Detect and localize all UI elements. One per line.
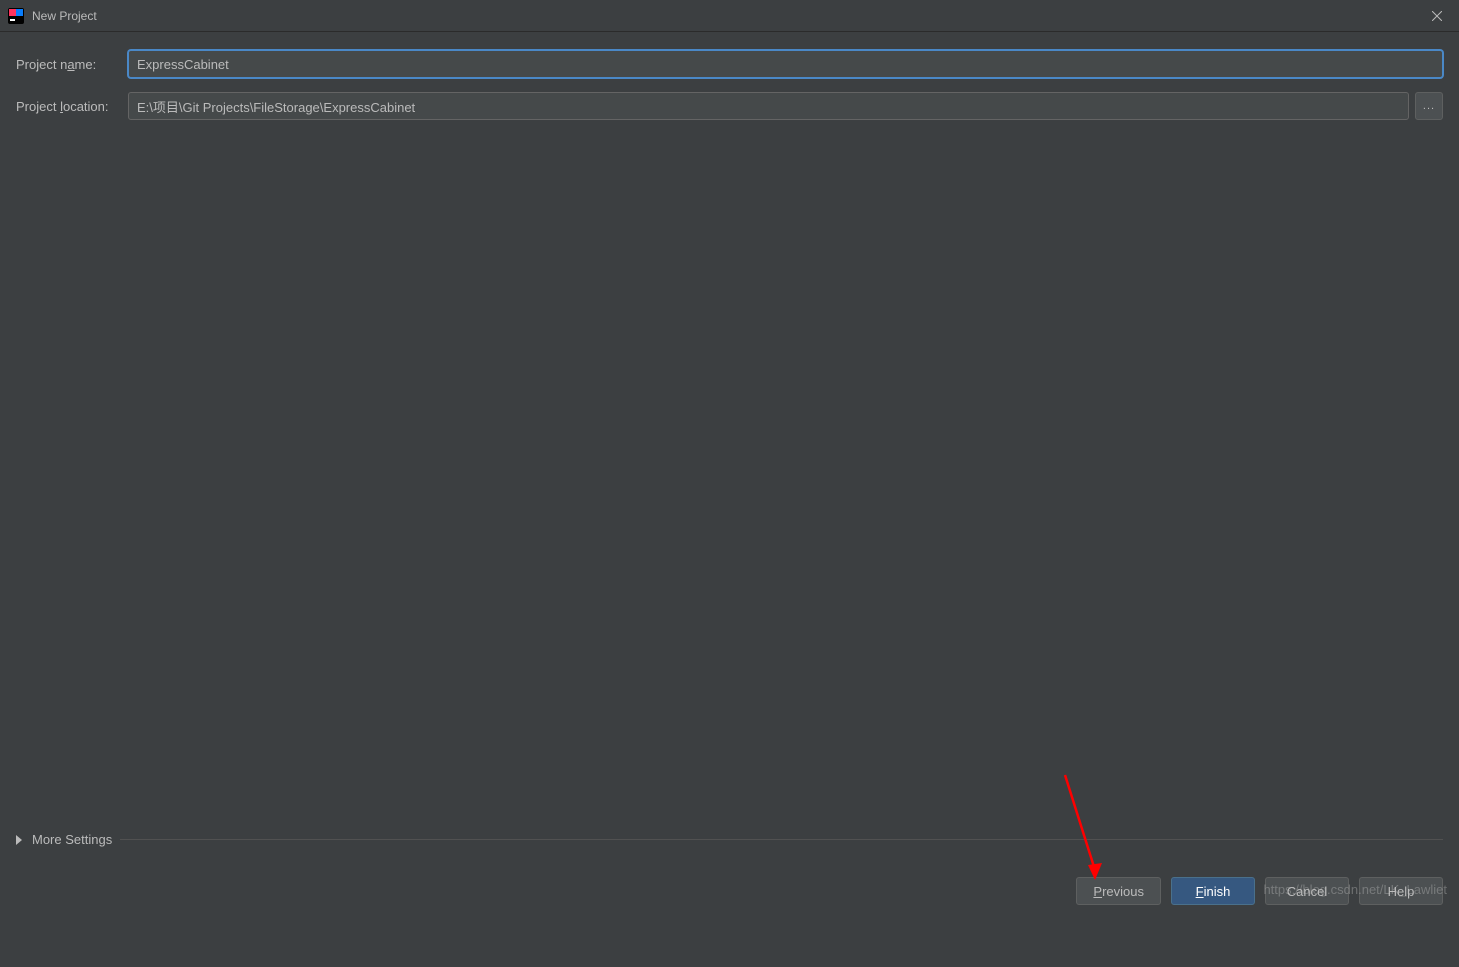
project-location-input[interactable] <box>128 92 1409 120</box>
finish-button[interactable]: Finish <box>1171 877 1255 905</box>
help-button[interactable]: Help <box>1359 877 1443 905</box>
titlebar: New Project <box>0 0 1459 32</box>
cancel-button[interactable]: Cancel <box>1265 877 1349 905</box>
project-location-row: Project location: ... <box>16 92 1443 120</box>
app-icon <box>8 8 24 24</box>
more-settings-label: More Settings <box>32 832 112 847</box>
button-bar: Previous Finish Cancel Help <box>1076 877 1443 905</box>
window-title: New Project <box>32 9 97 23</box>
separator-line <box>120 839 1443 840</box>
close-button[interactable] <box>1414 0 1459 32</box>
project-location-label: Project location: <box>16 99 128 114</box>
previous-button[interactable]: Previous <box>1076 877 1161 905</box>
form-area: Project name: Project location: ... <box>0 32 1459 142</box>
project-name-label: Project name: <box>16 57 128 72</box>
annotation-arrow-icon <box>1055 770 1115 890</box>
more-settings-toggle[interactable]: More Settings <box>16 832 1443 847</box>
browse-button[interactable]: ... <box>1415 92 1443 120</box>
project-name-input[interactable] <box>128 50 1443 78</box>
project-name-row: Project name: <box>16 50 1443 78</box>
expand-arrow-icon <box>16 835 22 845</box>
